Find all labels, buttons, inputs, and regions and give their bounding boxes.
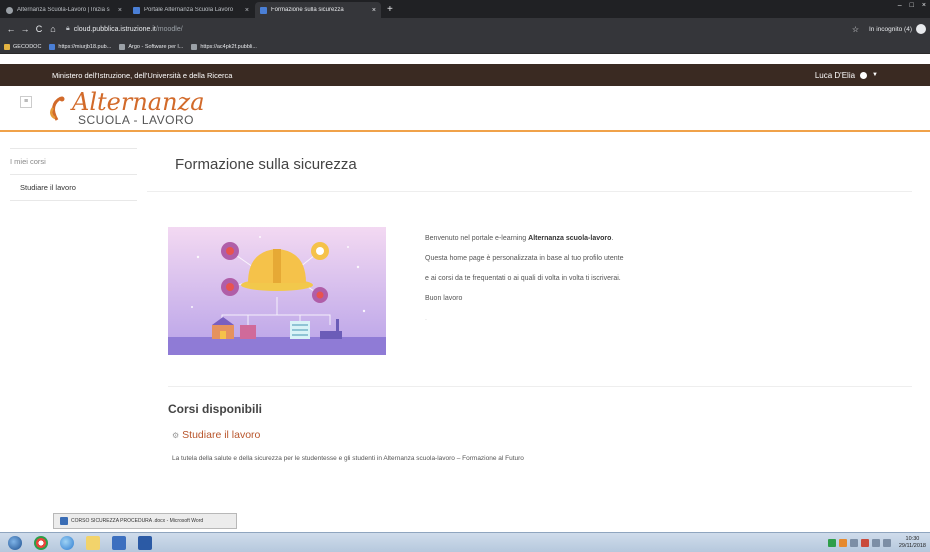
url-host: cloud.pubblica.istruzione.it	[73, 25, 156, 33]
welcome-line: Buon lavoro	[425, 295, 463, 302]
close-tab-icon[interactable]: ×	[372, 7, 376, 14]
bookmark-star-icon[interactable]: ☆	[852, 25, 859, 34]
tray-icon[interactable]	[849, 538, 858, 547]
bookmark-label: https://ac4pk2f.pubbli...	[200, 43, 257, 50]
home-icon[interactable]: ⌂	[46, 24, 60, 34]
welcome-line: e ai corsi da te frequentati o ai quali …	[425, 275, 621, 282]
clock-date: 29/11/2018	[898, 542, 926, 549]
tray-icon[interactable]	[838, 538, 847, 547]
network-icon[interactable]	[871, 538, 880, 547]
sidebar-item-my-courses[interactable]: I miei corsi	[10, 148, 137, 174]
minimize-button[interactable]: –	[894, 0, 906, 11]
tray-icon[interactable]	[860, 538, 869, 547]
window-controls: – □ ×	[894, 0, 930, 18]
bookmark-label: https://miurjb18.pub...	[58, 43, 112, 50]
site-favicon-icon	[133, 6, 140, 14]
welcome-line: Questa home page è personalizzata in bas…	[425, 255, 624, 262]
chevron-down-icon: ▼	[872, 72, 878, 78]
logo-subtitle: SCUOLA - LAVORO	[78, 113, 194, 127]
close-window-button[interactable]: ×	[918, 0, 930, 11]
browser-toolbar: ← → C ⌂ 🔒︎ cloud.pubblica.istruzione.it …	[0, 18, 930, 40]
volume-icon[interactable]	[882, 538, 891, 547]
bookmark-item[interactable]: https://ac4pk2f.pubbli...	[191, 43, 257, 50]
bookmark-item[interactable]: Argo - Software per l...	[119, 43, 184, 50]
courses-section-title: Corsi disponibili	[168, 402, 263, 416]
taskbar-preview-label: CORSO SICUREZZA PROCEDURA .docx - Micros…	[71, 518, 204, 524]
welcome-text: Benvenuto nel portale e-learning Alterna…	[425, 234, 725, 334]
browser-tab-active[interactable]: Formazione sulla sicurezza ×	[255, 2, 381, 18]
taskbar-app[interactable]	[56, 535, 78, 551]
system-tray: 10:30 29/11/2018	[825, 536, 926, 550]
windows-logo-icon	[8, 535, 22, 550]
internet-explorer-icon	[60, 535, 74, 550]
user-menu[interactable]: Luca D'Elia ▼	[815, 71, 878, 80]
bookmark-icon-yellow	[4, 43, 10, 50]
address-bar[interactable]: 🔒︎ cloud.pubblica.istruzione.it /moodle/	[66, 21, 852, 37]
incognito-icon[interactable]	[916, 24, 926, 34]
site-favicon-icon	[260, 6, 267, 14]
bookmark-label: Argo - Software per l...	[128, 43, 184, 50]
logo-title[interactable]: Alternanza	[72, 88, 205, 116]
logo-swirl-icon	[50, 96, 65, 121]
portal-name: Alternanza scuola-lavoro	[528, 235, 612, 242]
url-path: /moodle/	[155, 25, 183, 33]
taskbar-preview[interactable]: CORSO SICUREZZA PROCEDURA .docx - Micros…	[53, 513, 237, 529]
clock-time: 10:30	[905, 535, 920, 542]
taskbar-app[interactable]	[30, 535, 52, 551]
course-description: La tutela della salute e della sicurezza…	[172, 455, 524, 462]
browser-tab-bar: Alternanza Scuola-Lavoro | Inizia s × Po…	[0, 0, 930, 18]
bookmarks-bar: GECODOC https://miurjb18.pub... Argo - S…	[0, 40, 930, 54]
back-arrow-icon[interactable]: ←	[4, 24, 18, 34]
taskbar-app[interactable]	[82, 535, 104, 551]
user-name: Luca D'Elia	[814, 70, 856, 80]
course-title[interactable]: Studiare il lavoro	[182, 429, 260, 441]
welcome-line: Benvenuto nel portale e-learning Alterna…	[425, 235, 614, 242]
ministry-bar: Ministero dell'Istruzione, dell'Universi…	[0, 64, 930, 86]
close-tab-icon[interactable]: ×	[118, 7, 122, 14]
course-icon: ⚙	[172, 430, 180, 440]
close-tab-icon[interactable]: ×	[245, 7, 249, 14]
globe-icon	[191, 43, 198, 50]
media-icon	[112, 535, 126, 550]
lock-icon: 🔒︎	[66, 25, 70, 32]
browser-tab[interactable]: Alternanza Scuola-Lavoro | Inizia s ×	[1, 2, 127, 18]
divider	[168, 386, 912, 387]
tray-icon[interactable]	[827, 538, 836, 547]
globe-icon	[6, 6, 13, 14]
bookmark-icon-blue	[49, 43, 56, 50]
welcome-line: .	[425, 315, 427, 322]
sidebar: I miei corsi Studiare il lavoro	[10, 148, 137, 201]
chrome-icon	[34, 535, 48, 550]
course-link[interactable]: ⚙ Studiare il lavoro	[172, 429, 260, 441]
site-header: ≡ Alternanza SCUOLA - LAVORO	[0, 86, 930, 132]
clock[interactable]: 10:30 29/11/2018	[899, 536, 926, 550]
user-avatar-icon	[860, 71, 868, 79]
reload-icon[interactable]: C	[32, 24, 46, 34]
tab-title: Formazione sulla sicurezza	[271, 7, 344, 13]
browser-tab[interactable]: Portale Alternanza Scuola Lavoro ×	[128, 2, 254, 18]
new-tab-button[interactable]: +	[381, 2, 399, 18]
os-taskbar: 10:30 29/11/2018	[0, 532, 930, 552]
safety-illustration	[168, 227, 386, 355]
ministry-title: Ministero dell'Istruzione, dell'Universi…	[52, 70, 233, 80]
word-icon	[60, 517, 68, 525]
taskbar-app[interactable]	[134, 535, 156, 551]
bookmark-item[interactable]: https://miurjb18.pub...	[49, 43, 112, 50]
divider	[147, 191, 912, 192]
bookmark-label: GECODOC	[13, 43, 42, 50]
tab-title: Portale Alternanza Scuola Lavoro	[144, 7, 234, 13]
folder-icon	[86, 535, 100, 550]
word-icon	[138, 535, 152, 550]
forward-arrow-icon[interactable]: →	[18, 24, 32, 34]
taskbar-app[interactable]	[108, 535, 130, 551]
hamburger-icon[interactable]: ≡	[20, 96, 32, 108]
sidebar-item-studiare-il-lavoro[interactable]: Studiare il lavoro	[10, 174, 137, 201]
incognito-label[interactable]: In incognito (4)	[869, 26, 912, 33]
start-button[interactable]	[4, 535, 26, 551]
globe-icon	[119, 43, 126, 50]
page-title: Formazione sulla sicurezza	[175, 156, 357, 173]
tab-title: Alternanza Scuola-Lavoro | Inizia s	[17, 7, 110, 13]
bookmark-item[interactable]: GECODOC	[4, 43, 42, 50]
maximize-button[interactable]: □	[906, 0, 918, 11]
